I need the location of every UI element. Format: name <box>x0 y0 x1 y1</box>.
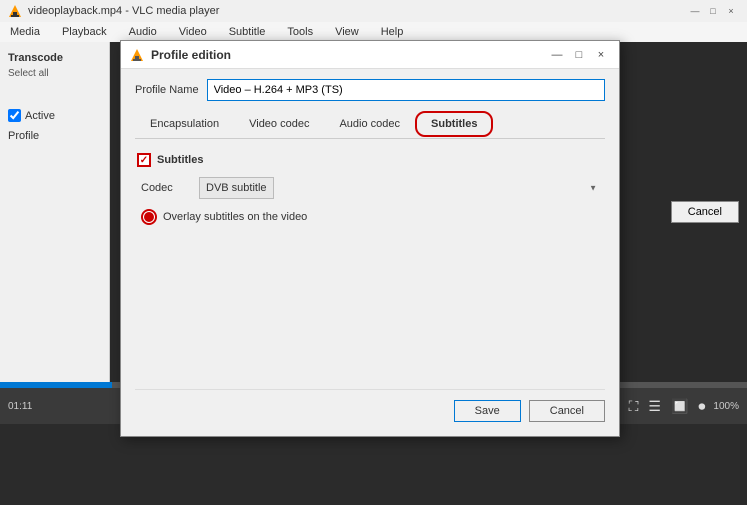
dialog-maximize-button[interactable]: □ <box>569 46 589 64</box>
main-cancel-button[interactable]: Cancel <box>671 201 739 223</box>
overlay-subtitles-row: Overlay subtitles on the video <box>141 209 603 225</box>
sidebar-profile-label: Profile <box>8 130 101 142</box>
vlc-minimize-button[interactable]: — <box>687 3 703 19</box>
vlc-menubar: Media Playback Audio Video Subtitle Tool… <box>0 22 747 42</box>
fullscreen-button[interactable]: ⛶ <box>627 396 641 417</box>
menu-audio[interactable]: Audio <box>125 24 161 40</box>
dialog-save-button[interactable]: Save <box>454 400 521 422</box>
sidebar-active-row: Active <box>8 109 101 122</box>
dialog-titlebar-controls: — □ × <box>547 46 611 64</box>
overlay-checkbox[interactable] <box>141 209 157 225</box>
menu-subtitle[interactable]: Subtitle <box>225 24 270 40</box>
subtitles-tab-content: Subtitles Codec DVB subtitle <box>135 149 605 229</box>
codec-select-wrapper: DVB subtitle <box>199 177 603 199</box>
vlc-logo-icon <box>8 4 22 18</box>
sidebar-transcode-label: Transcode <box>8 52 101 64</box>
dialog-title: Profile edition <box>151 48 231 62</box>
tab-video-codec[interactable]: Video codec <box>234 112 324 139</box>
dialog-cancel-button[interactable]: Cancel <box>529 400 605 422</box>
sidebar-active-checkbox[interactable] <box>8 109 21 122</box>
codec-row: Codec DVB subtitle <box>141 177 603 199</box>
subtitles-section-header: Subtitles <box>137 153 603 167</box>
profile-name-input[interactable] <box>207 79 605 101</box>
tab-encapsulation[interactable]: Encapsulation <box>135 112 234 139</box>
overlay-label: Overlay subtitles on the video <box>163 211 307 223</box>
profile-edition-dialog: Profile edition — □ × Profile Name Encap… <box>120 40 620 437</box>
profile-name-label: Profile Name <box>135 84 199 96</box>
menu-playback[interactable]: Playback <box>58 24 111 40</box>
sidebar-select-label: Select all <box>8 68 101 79</box>
vlc-sidebar: Transcode Select all Active Profile <box>0 42 110 382</box>
menu-help[interactable]: Help <box>377 24 408 40</box>
vlc-titlebar-controls: — □ × <box>687 3 739 19</box>
subtitles-checkbox[interactable] <box>137 153 151 167</box>
vlc-progress-fill <box>0 382 112 388</box>
vlc-current-time: 01:11 <box>8 401 32 412</box>
codec-label: Codec <box>141 182 191 194</box>
vlc-volume-label: 100% <box>713 401 739 412</box>
subtitles-section-label: Subtitles <box>157 154 203 166</box>
tab-subtitles[interactable]: Subtitles <box>415 111 493 137</box>
tab-audio-codec[interactable]: Audio codec <box>324 112 415 139</box>
codec-select[interactable]: DVB subtitle <box>199 177 274 199</box>
sidebar-active-label: Active <box>25 110 55 122</box>
profile-name-row: Profile Name <box>135 79 605 101</box>
overlay-checkbox-fill <box>144 212 154 222</box>
dialog-minimize-button[interactable]: — <box>547 46 567 64</box>
dialog-footer: Save Cancel <box>135 389 605 422</box>
dialog-body: Profile Name Encapsulation Video codec A… <box>121 69 619 436</box>
dialog-vlc-icon <box>129 47 145 63</box>
dialog-titlebar: Profile edition — □ × <box>121 41 619 69</box>
vlc-maximize-button[interactable]: □ <box>705 3 721 19</box>
tabs-row: Encapsulation Video codec Audio codec Su… <box>135 111 605 139</box>
dialog-close-button[interactable]: × <box>591 46 611 64</box>
extended-button[interactable]: 🔲 <box>669 396 690 417</box>
vlc-close-button[interactable]: × <box>723 3 739 19</box>
vlc-window-title: videoplayback.mp4 - VLC media player <box>28 5 219 17</box>
menu-tools[interactable]: Tools <box>283 24 317 40</box>
menu-video[interactable]: Video <box>175 24 211 40</box>
menu-media[interactable]: Media <box>6 24 44 40</box>
record-button[interactable]: ⏺ <box>696 396 707 417</box>
vlc-titlebar: videoplayback.mp4 - VLC media player — □… <box>0 0 747 22</box>
vlc-main-window: videoplayback.mp4 - VLC media player — □… <box>0 0 747 505</box>
playlist-button[interactable]: ☰ <box>646 396 663 417</box>
menu-view[interactable]: View <box>331 24 363 40</box>
